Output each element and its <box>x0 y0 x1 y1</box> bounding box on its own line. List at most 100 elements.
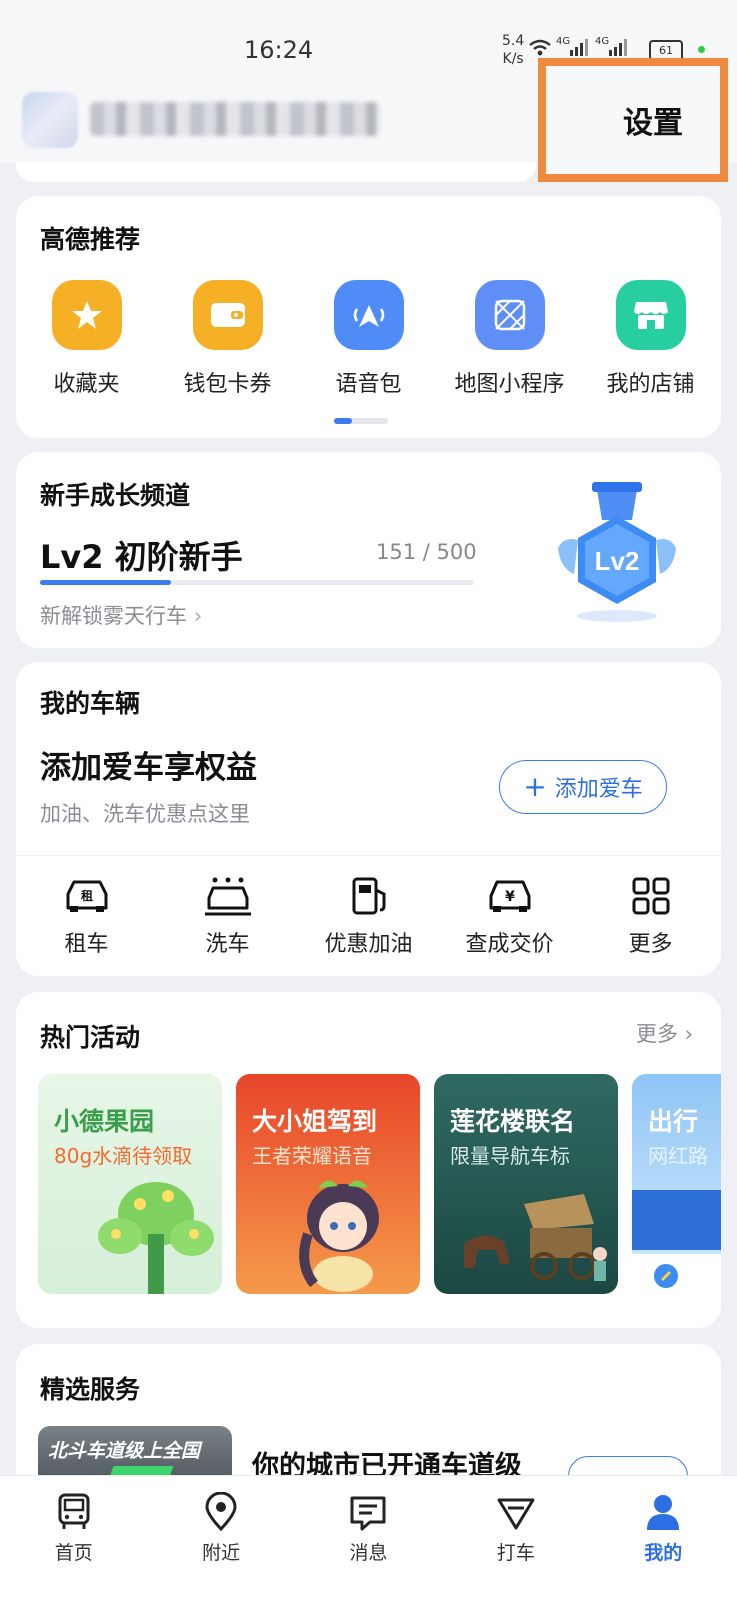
activity-title: 出行 <box>648 1107 699 1136</box>
star-icon <box>51 280 122 350</box>
activity-card-orchard[interactable]: 小德果园 80g水滴待领取 <box>38 1074 222 1294</box>
growth-card[interactable]: 新手成长频道 Lv2 初阶新手 151 / 500 新解锁雾天行车 › Lv2 <box>16 452 721 648</box>
network-type-2: 4G <box>595 36 610 47</box>
recommend-item-wallet[interactable]: 钱包卡券 <box>157 280 298 398</box>
activity-title: 莲花楼联名 <box>450 1107 576 1136</box>
service-car-rental[interactable]: 租 租车 <box>16 876 157 958</box>
signal-icon <box>570 39 588 56</box>
recommend-item-label: 我的店铺 <box>606 372 695 397</box>
home-bus-icon <box>58 1493 90 1529</box>
service-label: 更多 <box>628 932 673 957</box>
activity-title: 大小姐驾到 <box>252 1107 378 1136</box>
carriage-illustration <box>464 1194 607 1281</box>
recommend-item-label: 钱包卡券 <box>183 372 272 397</box>
level-score: 151 / 500 <box>376 540 477 564</box>
unlock-text: 新解锁雾天行车 <box>40 604 187 628</box>
tab-profile[interactable]: 我的 <box>590 1476 737 1601</box>
travel-illustration <box>632 1190 721 1294</box>
featured-title: 精选服务 <box>40 1375 141 1404</box>
tab-taxi[interactable]: 打车 <box>442 1476 589 1601</box>
tab-label: 消息 <box>349 1542 388 1564</box>
signal-icon-2 <box>609 39 627 56</box>
vehicle-headline: 添加爱车享权益 <box>40 750 257 786</box>
recommend-grid: 收藏夹 钱包卡券 语音包 地图小程序 我的店铺 <box>16 280 721 398</box>
recommend-item-miniapp[interactable]: 地图小程序 <box>439 280 580 398</box>
price-glyph: ¥ <box>505 889 515 905</box>
network-speed: 5.4 K/s <box>502 33 525 67</box>
recommend-item-label: 收藏夹 <box>53 372 120 397</box>
more-label: 更多 <box>635 1022 678 1046</box>
vehicle-title: 我的车辆 <box>40 689 141 718</box>
message-icon <box>350 1496 386 1531</box>
activity-card-princess[interactable]: 大小姐驾到 王者荣耀语音 <box>236 1074 420 1294</box>
recommend-card: 高德推荐 收藏夹 钱包卡券 语音包 地图小程序 我的店铺 <box>16 196 721 438</box>
page-indicator-active <box>334 418 352 424</box>
unlock-link[interactable]: 新解锁雾天行车 › <box>40 600 202 630</box>
level-progress-bar <box>40 580 474 585</box>
car-price-icon: ¥ <box>489 880 530 912</box>
recommend-title: 高德推荐 <box>40 225 141 254</box>
tab-label: 首页 <box>54 1542 93 1564</box>
chevron-right-icon: › <box>193 604 203 628</box>
level-badge-icon: Lv2 <box>558 482 676 622</box>
activity-subtitle: 80g水滴待领取 <box>54 1144 193 1168</box>
rental-glyph: 租 <box>80 889 92 903</box>
activity-title: 小德果园 <box>54 1107 155 1136</box>
car-wash-icon <box>204 877 251 916</box>
chevron-right-icon: › <box>684 1022 693 1046</box>
service-label: 租车 <box>64 932 109 957</box>
top-card-edge <box>16 162 536 182</box>
bottom-tab-bar: 首页 附近 消息 打车 我的 <box>0 1475 737 1601</box>
page-indicator <box>334 418 388 424</box>
recommend-item-shop[interactable]: 我的店铺 <box>580 280 721 398</box>
username-blurred <box>90 102 380 136</box>
service-car-wash[interactable]: 洗车 <box>157 876 298 958</box>
taxi-icon <box>497 1498 535 1530</box>
vehicle-services: 租 租车 洗车 优惠加油 ¥ 查成交价 更多 <box>16 876 721 958</box>
profile-icon <box>647 1495 680 1530</box>
tab-label: 附近 <box>202 1542 241 1564</box>
settings-label: 设置 <box>623 106 683 141</box>
character-illustration <box>299 1180 379 1292</box>
wallet-icon <box>192 280 263 350</box>
level-badge-text: Lv2 <box>595 546 640 576</box>
recommend-item-favorites[interactable]: 收藏夹 <box>16 280 157 398</box>
growth-title: 新手成长频道 <box>40 481 191 510</box>
avatar[interactable] <box>22 92 78 148</box>
divider <box>16 855 721 856</box>
level-title: Lv2 初阶新手 <box>40 538 243 576</box>
grid-more-icon <box>632 877 669 915</box>
orchard-tree-icon <box>98 1182 214 1294</box>
activities-more-link[interactable]: 更多 › <box>636 1018 693 1048</box>
service-fuel[interactable]: 优惠加油 <box>298 876 439 958</box>
fuel-pump-icon <box>352 877 385 915</box>
recommend-item-label: 语音包 <box>335 372 402 397</box>
add-car-button[interactable]: + 添加爱车 <box>499 760 667 814</box>
tab-nearby[interactable]: 附近 <box>147 1476 294 1601</box>
location-pin-icon <box>205 1492 237 1532</box>
service-more[interactable]: 更多 <box>580 876 721 958</box>
activity-card-lotus[interactable]: 莲花楼联名 限量导航车标 <box>434 1074 618 1294</box>
service-car-price[interactable]: ¥ 查成交价 <box>439 876 580 958</box>
activity-subtitle: 限量导航车标 <box>450 1144 570 1168</box>
tab-label: 打车 <box>496 1542 535 1564</box>
vehicle-subtitle: 加油、洗车优惠点这里 <box>40 802 250 826</box>
activity-subtitle: 王者荣耀语音 <box>252 1144 372 1168</box>
wifi-icon <box>529 39 551 56</box>
car-rental-icon: 租 <box>66 880 107 912</box>
settings-button[interactable]: 设置 <box>538 58 728 182</box>
activity-card-travel[interactable]: 出行 网红路 <box>632 1074 721 1294</box>
level-progress-fill <box>40 580 172 585</box>
recommend-item-voice[interactable]: 语音包 <box>298 280 439 398</box>
vehicle-card: 我的车辆 添加爱车享权益 加油、洗车优惠点这里 + 添加爱车 租 租车 洗车 优… <box>16 662 721 976</box>
tab-label: 我的 <box>644 1542 683 1564</box>
map-miniapp-icon <box>474 280 545 350</box>
status-time: 16:24 <box>244 36 314 64</box>
tab-messages[interactable]: 消息 <box>295 1476 442 1601</box>
shop-icon <box>615 280 686 350</box>
recommend-item-label: 地图小程序 <box>454 372 565 397</box>
activities-card: 热门活动 更多 › 小德果园 80g水滴待领取 大小姐驾到 王者荣耀语音 莲花楼… <box>16 992 721 1328</box>
plus-icon: + <box>523 770 547 803</box>
tab-home[interactable]: 首页 <box>0 1476 147 1601</box>
privacy-indicator-dot <box>698 46 705 53</box>
